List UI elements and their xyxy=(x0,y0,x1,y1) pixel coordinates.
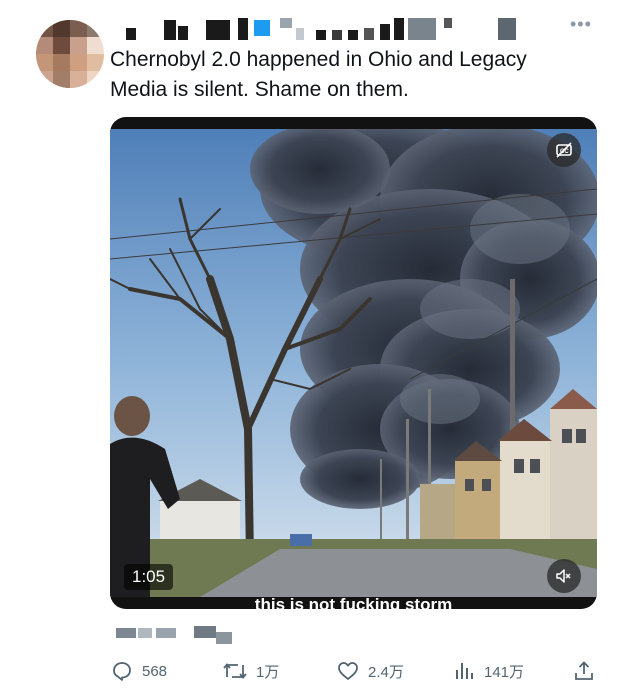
like-count: 2.4万 xyxy=(368,663,404,681)
display-name-redacted[interactable] xyxy=(118,18,538,42)
retweet-icon xyxy=(223,663,247,679)
video-duration: 1:05 xyxy=(124,564,174,590)
reply-count: 568 xyxy=(142,662,168,680)
analytics-icon xyxy=(456,663,473,679)
views-count: 141万 xyxy=(484,663,525,681)
video-subtitle: this is not fucking storm xyxy=(254,595,453,609)
share-button[interactable] xyxy=(572,656,596,686)
heart-icon xyxy=(338,662,358,680)
captions-off-icon[interactable]: CC xyxy=(547,133,581,167)
more-horizontal-icon[interactable]: ••• xyxy=(570,14,592,34)
volume-muted-icon[interactable] xyxy=(547,559,581,593)
avatar[interactable] xyxy=(36,20,104,88)
retweet-button[interactable]: 1万 xyxy=(222,656,279,686)
views-button[interactable]: 141万 xyxy=(452,656,524,686)
tweet-actions: 568 1万 2.4万 141万 xyxy=(110,656,600,686)
video-frame xyxy=(110,129,597,597)
share-icon xyxy=(575,661,593,680)
like-button[interactable]: 2.4万 xyxy=(336,656,404,686)
reply-button[interactable]: 568 xyxy=(110,656,167,686)
timestamp-redacted xyxy=(116,624,246,646)
video-player[interactable]: this is not fucking storm CC 1:05 xyxy=(110,117,597,609)
retweet-count: 1万 xyxy=(256,663,280,681)
tweet-text: Chernobyl 2.0 happened in Ohio and Legac… xyxy=(110,48,527,101)
reply-icon xyxy=(113,662,131,681)
